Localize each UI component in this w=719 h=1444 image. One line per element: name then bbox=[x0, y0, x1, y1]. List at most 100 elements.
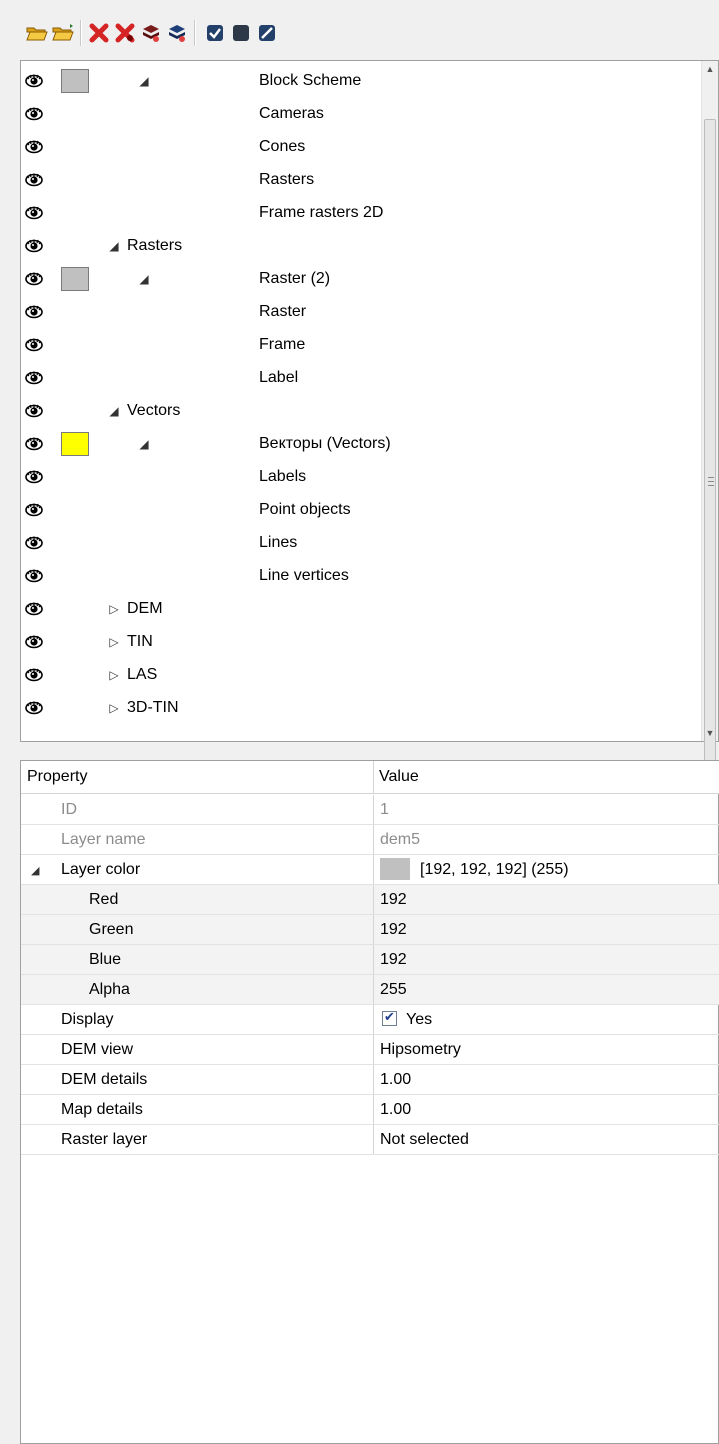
property-value-cell[interactable]: Hipsometry bbox=[373, 1035, 719, 1064]
tree-row[interactable]: Point objects bbox=[21, 494, 701, 527]
check-all-button[interactable] bbox=[204, 22, 226, 44]
collapse-arrow-icon[interactable]: ◢ bbox=[137, 272, 151, 286]
tree-item-label[interactable]: Rasters bbox=[127, 237, 182, 255]
visibility-eye-icon[interactable] bbox=[25, 206, 43, 220]
tree-item-label[interactable]: Rasters bbox=[259, 171, 314, 189]
tree-row[interactable]: ◢ Block Scheme bbox=[21, 65, 701, 98]
tree-row[interactable]: Labels bbox=[21, 461, 701, 494]
open-folder-button[interactable] bbox=[26, 22, 48, 44]
tree-item-label[interactable]: Raster bbox=[259, 303, 306, 321]
visibility-eye-icon[interactable] bbox=[25, 503, 43, 517]
color-preview-swatch[interactable] bbox=[380, 858, 410, 880]
property-value-cell[interactable]: dem5 bbox=[373, 825, 719, 854]
expand-arrow-icon[interactable]: ▷ bbox=[107, 602, 121, 616]
property-name-cell[interactable]: Display bbox=[21, 1005, 373, 1034]
property-name-cell[interactable]: DEM details bbox=[21, 1065, 373, 1094]
collapse-arrow-icon[interactable]: ◢ bbox=[31, 864, 39, 877]
tree-row[interactable]: Raster bbox=[21, 296, 701, 329]
visibility-eye-icon[interactable] bbox=[25, 536, 43, 550]
column-divider[interactable] bbox=[373, 761, 374, 794]
collapse-arrow-icon[interactable]: ◢ bbox=[107, 404, 121, 418]
layer-color-swatch[interactable] bbox=[61, 267, 89, 291]
property-name-cell[interactable]: ◢ Layer color bbox=[21, 855, 373, 884]
tree-item-label[interactable]: Frame bbox=[259, 336, 305, 354]
uncheck-all-button[interactable] bbox=[230, 22, 252, 44]
value-column-header[interactable]: Value bbox=[379, 768, 419, 786]
tree-row[interactable]: ◢ Vectors bbox=[21, 395, 701, 428]
tree-row[interactable]: Frame bbox=[21, 329, 701, 362]
property-row[interactable]: Blue 192 bbox=[21, 945, 719, 975]
tree-item-label[interactable]: Line vertices bbox=[259, 567, 349, 585]
expand-arrow-icon[interactable]: ▷ bbox=[107, 668, 121, 682]
layer-color-swatch[interactable] bbox=[61, 432, 89, 456]
property-value-cell[interactable]: 192 bbox=[373, 885, 719, 914]
open-folder-arrow-button[interactable] bbox=[52, 22, 74, 44]
property-row[interactable]: Map details 1.00 bbox=[21, 1095, 719, 1125]
visibility-eye-icon[interactable] bbox=[25, 602, 43, 616]
visibility-eye-icon[interactable] bbox=[25, 173, 43, 187]
collapse-arrow-icon[interactable]: ◢ bbox=[137, 74, 151, 88]
visibility-eye-icon[interactable] bbox=[25, 635, 43, 649]
tree-row[interactable]: ▷ LAS bbox=[21, 659, 701, 692]
property-value-cell[interactable]: 1 bbox=[373, 795, 719, 824]
visibility-eye-icon[interactable] bbox=[25, 404, 43, 418]
property-name-cell[interactable]: Green bbox=[21, 915, 373, 944]
visibility-eye-icon[interactable] bbox=[25, 668, 43, 682]
remove-layers-button[interactable] bbox=[140, 22, 162, 44]
remove-all-layers-button[interactable] bbox=[166, 22, 188, 44]
property-row[interactable]: Alpha 255 bbox=[21, 975, 719, 1005]
visibility-eye-icon[interactable] bbox=[25, 701, 43, 715]
scroll-up-arrow-icon[interactable]: ▲ bbox=[702, 61, 718, 77]
expand-arrow-icon[interactable]: ▷ bbox=[107, 701, 121, 715]
tree-row[interactable]: Frame rasters 2D bbox=[21, 197, 701, 230]
property-row[interactable]: Raster layer Not selected bbox=[21, 1125, 719, 1155]
tree-row[interactable]: ▷ TIN bbox=[21, 626, 701, 659]
tree-item-label[interactable]: Frame rasters 2D bbox=[259, 204, 383, 222]
property-value-cell[interactable]: 1.00 bbox=[373, 1065, 719, 1094]
visibility-eye-icon[interactable] bbox=[25, 140, 43, 154]
property-row[interactable]: DEM details 1.00 bbox=[21, 1065, 719, 1095]
property-name-cell[interactable]: Raster layer bbox=[21, 1125, 373, 1154]
property-value-cell[interactable]: [192, 192, 192] (255) bbox=[373, 855, 719, 884]
property-name-cell[interactable]: Layer name bbox=[21, 825, 373, 854]
tree-item-label[interactable]: Block Scheme bbox=[259, 72, 361, 90]
tree-item-label[interactable]: DEM bbox=[127, 600, 163, 618]
property-name-cell[interactable]: ID bbox=[21, 795, 373, 824]
property-value-cell[interactable]: 1.00 bbox=[373, 1095, 719, 1124]
property-row[interactable]: Display ✔ Yes bbox=[21, 1005, 719, 1035]
property-name-cell[interactable]: Blue bbox=[21, 945, 373, 974]
property-name-cell[interactable]: Alpha bbox=[21, 975, 373, 1004]
layer-tree[interactable]: ◢ Block Scheme Cameras Cones Rasters Frame ra… bbox=[20, 60, 719, 769]
tree-row[interactable]: ▷ 3D-TIN bbox=[21, 692, 701, 725]
visibility-eye-icon[interactable] bbox=[25, 371, 43, 385]
visibility-eye-icon[interactable] bbox=[25, 338, 43, 352]
delete-all-button[interactable] bbox=[114, 22, 136, 44]
tree-item-label[interactable]: Vectors bbox=[127, 402, 180, 420]
tree-row[interactable]: ◢ Векторы (Vectors) bbox=[21, 428, 701, 461]
property-value-cell[interactable]: 255 bbox=[373, 975, 719, 1004]
delete-button[interactable] bbox=[88, 22, 110, 44]
visibility-eye-icon[interactable] bbox=[25, 272, 43, 286]
tree-row[interactable]: ▷ DEM bbox=[21, 593, 701, 626]
tree-item-label[interactable]: Point objects bbox=[259, 501, 351, 519]
scroll-thumb[interactable] bbox=[704, 119, 716, 769]
tree-item-label[interactable]: Векторы (Vectors) bbox=[259, 435, 391, 453]
tree-row[interactable]: Lines bbox=[21, 527, 701, 560]
property-value-cell[interactable]: Not selected bbox=[373, 1125, 719, 1154]
tree-item-label[interactable]: 3D-TIN bbox=[127, 699, 179, 717]
visibility-eye-icon[interactable] bbox=[25, 437, 43, 451]
property-row[interactable]: ID 1 bbox=[21, 795, 719, 825]
property-name-cell[interactable]: Map details bbox=[21, 1095, 373, 1124]
tree-item-label[interactable]: Cameras bbox=[259, 105, 324, 123]
tree-row[interactable]: Line vertices bbox=[21, 560, 701, 593]
visibility-eye-icon[interactable] bbox=[25, 470, 43, 484]
property-value-cell[interactable]: ✔ Yes bbox=[373, 1005, 719, 1034]
property-row[interactable]: Red 192 bbox=[21, 885, 719, 915]
collapse-arrow-icon[interactable]: ◢ bbox=[137, 437, 151, 451]
visibility-eye-icon[interactable] bbox=[25, 305, 43, 319]
tree-item-label[interactable]: TIN bbox=[127, 633, 153, 651]
tree-row[interactable]: ◢ Rasters bbox=[21, 230, 701, 263]
tree-vertical-scrollbar[interactable]: ▲ ▼ bbox=[701, 61, 718, 769]
tree-item-label[interactable]: LAS bbox=[127, 666, 157, 684]
property-row[interactable]: Layer name dem5 bbox=[21, 825, 719, 855]
